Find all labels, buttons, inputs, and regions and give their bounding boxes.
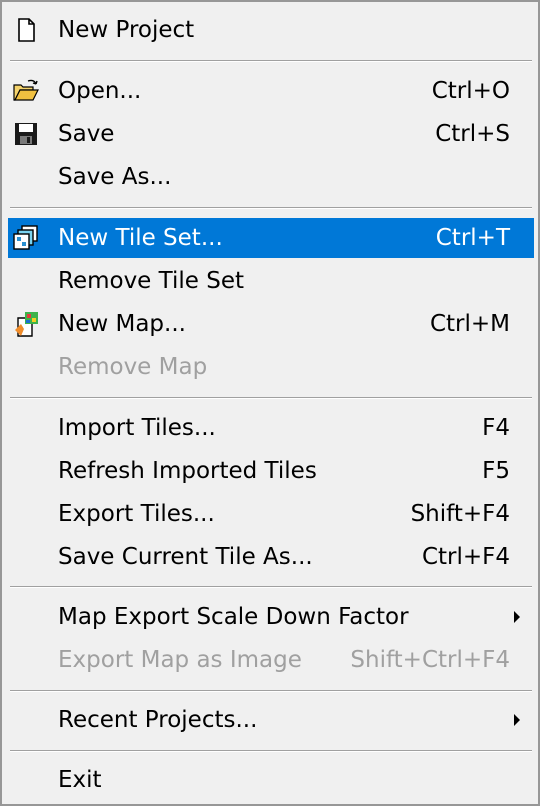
menu-item-label: New Tile Set... — [58, 225, 223, 251]
menu-item-label: New Map... — [58, 311, 186, 337]
menu-separator — [10, 586, 532, 588]
menu-item-shortcut: Ctrl+F4 — [421, 544, 510, 570]
menu-item-label: Import Tiles... — [58, 415, 216, 441]
open-folder-icon — [13, 79, 39, 101]
menu-item-save-current-tile-as[interactable]: Save Current Tile As... Ctrl+F4 — [8, 537, 534, 577]
menu-item-shortcut: Ctrl+O — [431, 78, 510, 104]
menu-item-label: New Project — [58, 17, 195, 43]
menu-item-import-tiles[interactable]: Import Tiles... F4 — [8, 408, 534, 448]
submenu-arrow-icon — [514, 714, 520, 726]
menu-item-label: Map Export Scale Down Factor — [58, 604, 409, 630]
menu-item-shortcut: Ctrl+S — [435, 121, 510, 147]
floppy-disk-icon — [15, 123, 37, 145]
menu-item-export-map-as-image: Export Map as Image Shift+Ctrl+F4 — [8, 640, 534, 680]
menu-item-label: Save Current Tile As... — [58, 544, 313, 570]
menu-separator — [10, 690, 532, 692]
menu-item-shortcut: F4 — [482, 415, 510, 441]
menu-item-shortcut: Shift+Ctrl+F4 — [350, 647, 510, 673]
menu-item-new-tile-set[interactable]: New Tile Set... Ctrl+T — [8, 218, 534, 258]
menu-item-label: Refresh Imported Tiles — [58, 458, 317, 484]
menu-item-remove-map: Remove Map — [8, 347, 534, 387]
file-menu: New Project Open... Ctrl+O Save Ctrl+S S… — [0, 0, 540, 806]
menu-item-shortcut: Shift+F4 — [410, 501, 510, 527]
menu-item-open[interactable]: Open... Ctrl+O — [8, 71, 534, 111]
menu-item-save-as[interactable]: Save As... — [8, 157, 534, 197]
menu-item-export-tiles[interactable]: Export Tiles... Shift+F4 — [8, 494, 534, 534]
menu-item-new-map[interactable]: New Map... Ctrl+M — [8, 304, 534, 344]
menu-item-label: Exit — [58, 767, 102, 793]
new-document-icon — [18, 18, 35, 42]
menu-item-label: Recent Projects... — [58, 707, 258, 733]
menu-item-label: Remove Tile Set — [58, 268, 244, 294]
menu-item-exit[interactable]: Exit — [8, 760, 534, 800]
menu-item-refresh-imported-tiles[interactable]: Refresh Imported Tiles F5 — [8, 451, 534, 491]
menu-separator — [10, 207, 532, 209]
menu-item-label: Export Map as Image — [58, 647, 302, 673]
menu-separator — [10, 397, 532, 399]
menu-separator — [10, 60, 532, 62]
menu-item-map-export-scale-down-factor[interactable]: Map Export Scale Down Factor — [8, 597, 534, 637]
menu-item-recent-projects[interactable]: Recent Projects... — [8, 700, 534, 740]
menu-item-shortcut: Ctrl+T — [435, 225, 510, 251]
menu-item-shortcut: Ctrl+M — [429, 311, 510, 337]
menu-item-label: Save — [58, 121, 115, 147]
new-map-icon — [15, 312, 38, 337]
menu-item-save[interactable]: Save Ctrl+S — [8, 114, 534, 154]
menu-item-label: Export Tiles... — [58, 501, 215, 527]
menu-item-remove-tile-set[interactable]: Remove Tile Set — [8, 261, 534, 301]
menu-item-label: Save As... — [58, 164, 172, 190]
menu-item-label: Open... — [58, 78, 142, 104]
tile-set-icon — [13, 225, 38, 250]
menu-separator — [10, 750, 532, 752]
menu-item-shortcut: F5 — [482, 458, 510, 484]
menu-item-label: Remove Map — [58, 354, 208, 380]
submenu-arrow-icon — [514, 611, 520, 623]
menu-item-new-project[interactable]: New Project — [8, 10, 534, 50]
